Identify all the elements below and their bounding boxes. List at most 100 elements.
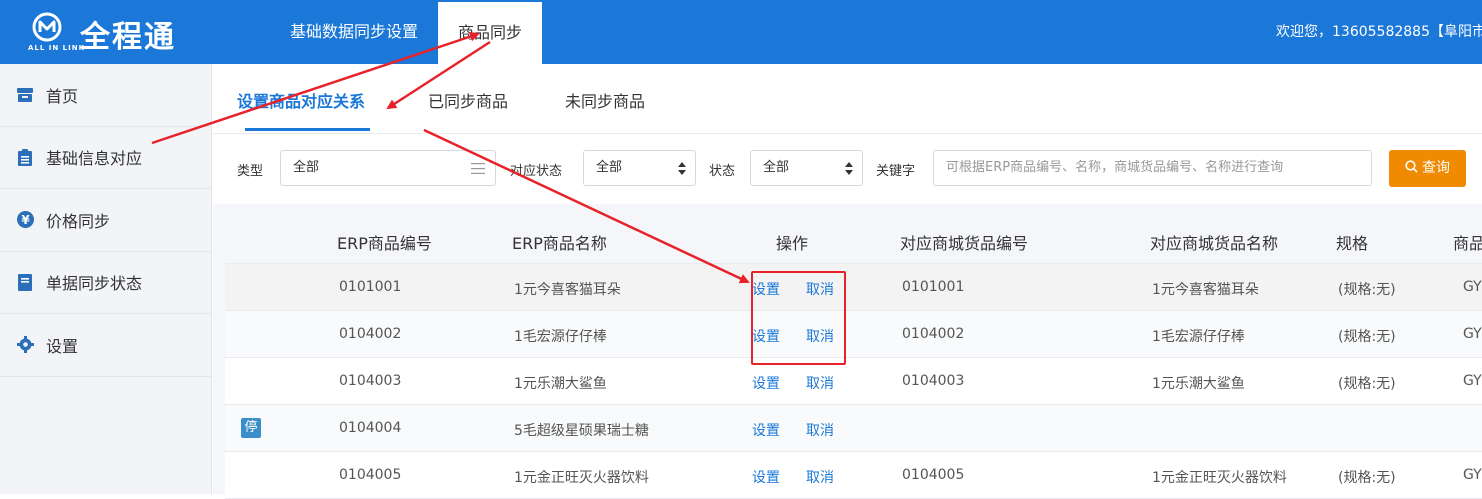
gear-icon (16, 336, 34, 354)
select-arrows-icon (845, 162, 853, 175)
sidebar-item-price-sync[interactable]: ¥ 价格同步 (0, 189, 211, 252)
type-select-value: 全部 (293, 160, 320, 175)
svg-text:¥: ¥ (21, 213, 30, 227)
table-row[interactable]: 0104003 1元乐潮大鲨鱼 设置 取消 0104003 1元乐潮大鲨鱼 (规… (225, 358, 1482, 405)
table-row[interactable]: 0101001 1元今喜客猫耳朵 设置 取消 0101001 1元今喜客猫耳朵 … (225, 264, 1482, 311)
col-product: 商品 (1453, 234, 1482, 253)
status-select[interactable]: 全部 (750, 150, 863, 186)
mall-code: 0104002 (902, 326, 965, 342)
erp-name: 5毛超级星硕果瑞士糖 (514, 423, 649, 439)
mall-code: 0104003 (902, 373, 965, 389)
col-mall-name: 对应商城货品名称 (1150, 234, 1279, 253)
match-status-value: 全部 (596, 160, 623, 175)
status-value: 全部 (763, 160, 790, 175)
status-label: 状态 (709, 164, 736, 179)
erp-code: 0101001 (339, 279, 402, 295)
yen-icon: ¥ (16, 211, 34, 229)
tab-bar: 设置商品对应关系 已同步商品 未同步商品 (213, 64, 1482, 134)
col-mall-code: 对应商城货品编号 (900, 234, 1029, 253)
erp-code: 0104003 (339, 373, 402, 389)
list-icon (471, 163, 485, 174)
logo-mark-icon (32, 12, 62, 42)
app-logo[interactable]: 全程通 ALL IN LINK (28, 10, 198, 56)
mall-name: 1元乐潮大鲨鱼 (1152, 376, 1245, 392)
product-extra: GY (1463, 279, 1482, 295)
mall-name: 1毛宏源仔仔棒 (1152, 329, 1245, 345)
type-label: 类型 (237, 164, 264, 179)
keyword-placeholder: 可根据ERP商品编号、名称，商城货品编号、名称进行查询 (946, 160, 1284, 175)
set-link[interactable]: 设置 (752, 467, 780, 487)
sidebar-item-label: 单据同步状态 (46, 274, 143, 294)
topnav-basic-data-sync[interactable]: 基础数据同步设置 (270, 0, 438, 64)
set-link[interactable]: 设置 (752, 279, 780, 299)
active-tab-indicator (245, 128, 370, 131)
cancel-link[interactable]: 取消 (806, 279, 834, 299)
erp-name: 1元今喜客猫耳朵 (514, 282, 621, 298)
spec: (规格:无) (1338, 329, 1396, 345)
query-button-label: 查询 (1422, 160, 1450, 176)
table-row[interactable]: 0104005 1元金正旺灭火器饮料 设置 取消 0104005 1元金正旺灭火… (225, 452, 1482, 499)
type-select[interactable]: 全部 (280, 150, 496, 186)
keyword-label: 关键字 (876, 164, 916, 179)
table-row[interactable]: 0104002 1毛宏源仔仔棒 设置 取消 0104002 1毛宏源仔仔棒 (规… (225, 311, 1482, 358)
erp-code: 0104002 (339, 326, 402, 342)
sidebar-item-label: 设置 (46, 336, 79, 356)
query-button[interactable]: 查询 (1389, 150, 1466, 187)
cancel-link[interactable]: 取消 (806, 326, 834, 346)
search-icon (1405, 160, 1418, 173)
col-spec: 规格 (1336, 234, 1369, 253)
sidebar-item-order-sync-status[interactable]: 单据同步状态 (0, 252, 211, 314)
erp-name: 1元金正旺灭火器饮料 (514, 470, 649, 486)
logo-text: 全程通 (80, 20, 176, 55)
product-extra: GY (1463, 326, 1482, 342)
erp-name: 1毛宏源仔仔棒 (514, 329, 607, 345)
keyword-input[interactable]: 可根据ERP商品编号、名称，商城货品编号、名称进行查询 (933, 150, 1372, 186)
erp-name: 1元乐潮大鲨鱼 (514, 376, 607, 392)
match-status-select[interactable]: 全部 (583, 150, 696, 186)
table-header: ERP商品编号 ERP商品名称 操作 对应商城货品编号 对应商城货品名称 规格 … (225, 216, 1482, 264)
sidebar-item-label: 基础信息对应 (46, 149, 143, 169)
filter-bar: 类型 全部 对应状态 全部 状态 全部 关键字 可根据ERP商品编号、名称，商城… (213, 134, 1482, 204)
set-link[interactable]: 设置 (752, 373, 780, 393)
home-icon (16, 86, 34, 104)
mall-code: 0101001 (902, 279, 965, 295)
sidebar-item-settings[interactable]: 设置 (0, 314, 211, 377)
sidebar-item-basic-info[interactable]: 基础信息对应 (0, 127, 211, 189)
top-bar: 全程通 ALL IN LINK 基础数据同步设置 商品同步 欢迎您，136055… (0, 0, 1482, 64)
bookmark-icon (16, 273, 34, 291)
match-status-label: 对应状态 (510, 164, 563, 179)
mall-name: 1元今喜客猫耳朵 (1152, 282, 1259, 298)
top-nav: 基础数据同步设置 商品同步 (270, 0, 543, 64)
tab-set-product-mapping[interactable]: 设置商品对应关系 (237, 88, 365, 112)
col-operation: 操作 (776, 234, 809, 253)
set-link[interactable]: 设置 (752, 326, 780, 346)
col-erp-code: ERP商品编号 (337, 234, 432, 253)
product-extra: GY (1463, 467, 1482, 483)
spec: (规格:无) (1338, 282, 1396, 298)
tab-synced-products[interactable]: 已同步商品 (428, 88, 508, 112)
topnav-product-sync[interactable]: 商品同步 (438, 2, 543, 64)
sidebar-item-home[interactable]: 首页 (0, 64, 211, 127)
mall-code: 0104005 (902, 467, 965, 483)
erp-code: 0104005 (339, 467, 402, 483)
product-extra: GY (1463, 373, 1482, 389)
cancel-link[interactable]: 取消 (806, 373, 834, 393)
logo-subtitle: ALL IN LINK (28, 44, 86, 52)
sidebar-item-label: 首页 (46, 86, 79, 106)
tab-unsynced-products[interactable]: 未同步商品 (565, 88, 645, 112)
cancel-link[interactable]: 取消 (806, 467, 834, 487)
product-mapping-table: ERP商品编号 ERP商品名称 操作 对应商城货品编号 对应商城货品名称 规格 … (225, 216, 1482, 499)
stopped-badge: 停 (241, 418, 261, 438)
clipboard-icon (16, 148, 34, 166)
welcome-text: 欢迎您，13605582885【阜阳市 (1276, 24, 1482, 40)
table-row[interactable]: 停 0104004 5毛超级星硕果瑞士糖 设置 取消 (225, 405, 1482, 452)
sidebar: 首页 基础信息对应 ¥ 价格同步 单据同步状态 设置 (0, 64, 212, 494)
mall-name: 1元金正旺灭火器饮料 (1152, 470, 1287, 486)
spec: (规格:无) (1338, 376, 1396, 392)
sidebar-item-label: 价格同步 (46, 211, 111, 231)
select-arrows-icon (678, 162, 686, 175)
set-link[interactable]: 设置 (752, 420, 780, 440)
col-erp-name: ERP商品名称 (512, 234, 607, 253)
cancel-link[interactable]: 取消 (806, 420, 834, 440)
main-content: 设置商品对应关系 已同步商品 未同步商品 类型 全部 对应状态 全部 状态 全部… (213, 64, 1482, 499)
